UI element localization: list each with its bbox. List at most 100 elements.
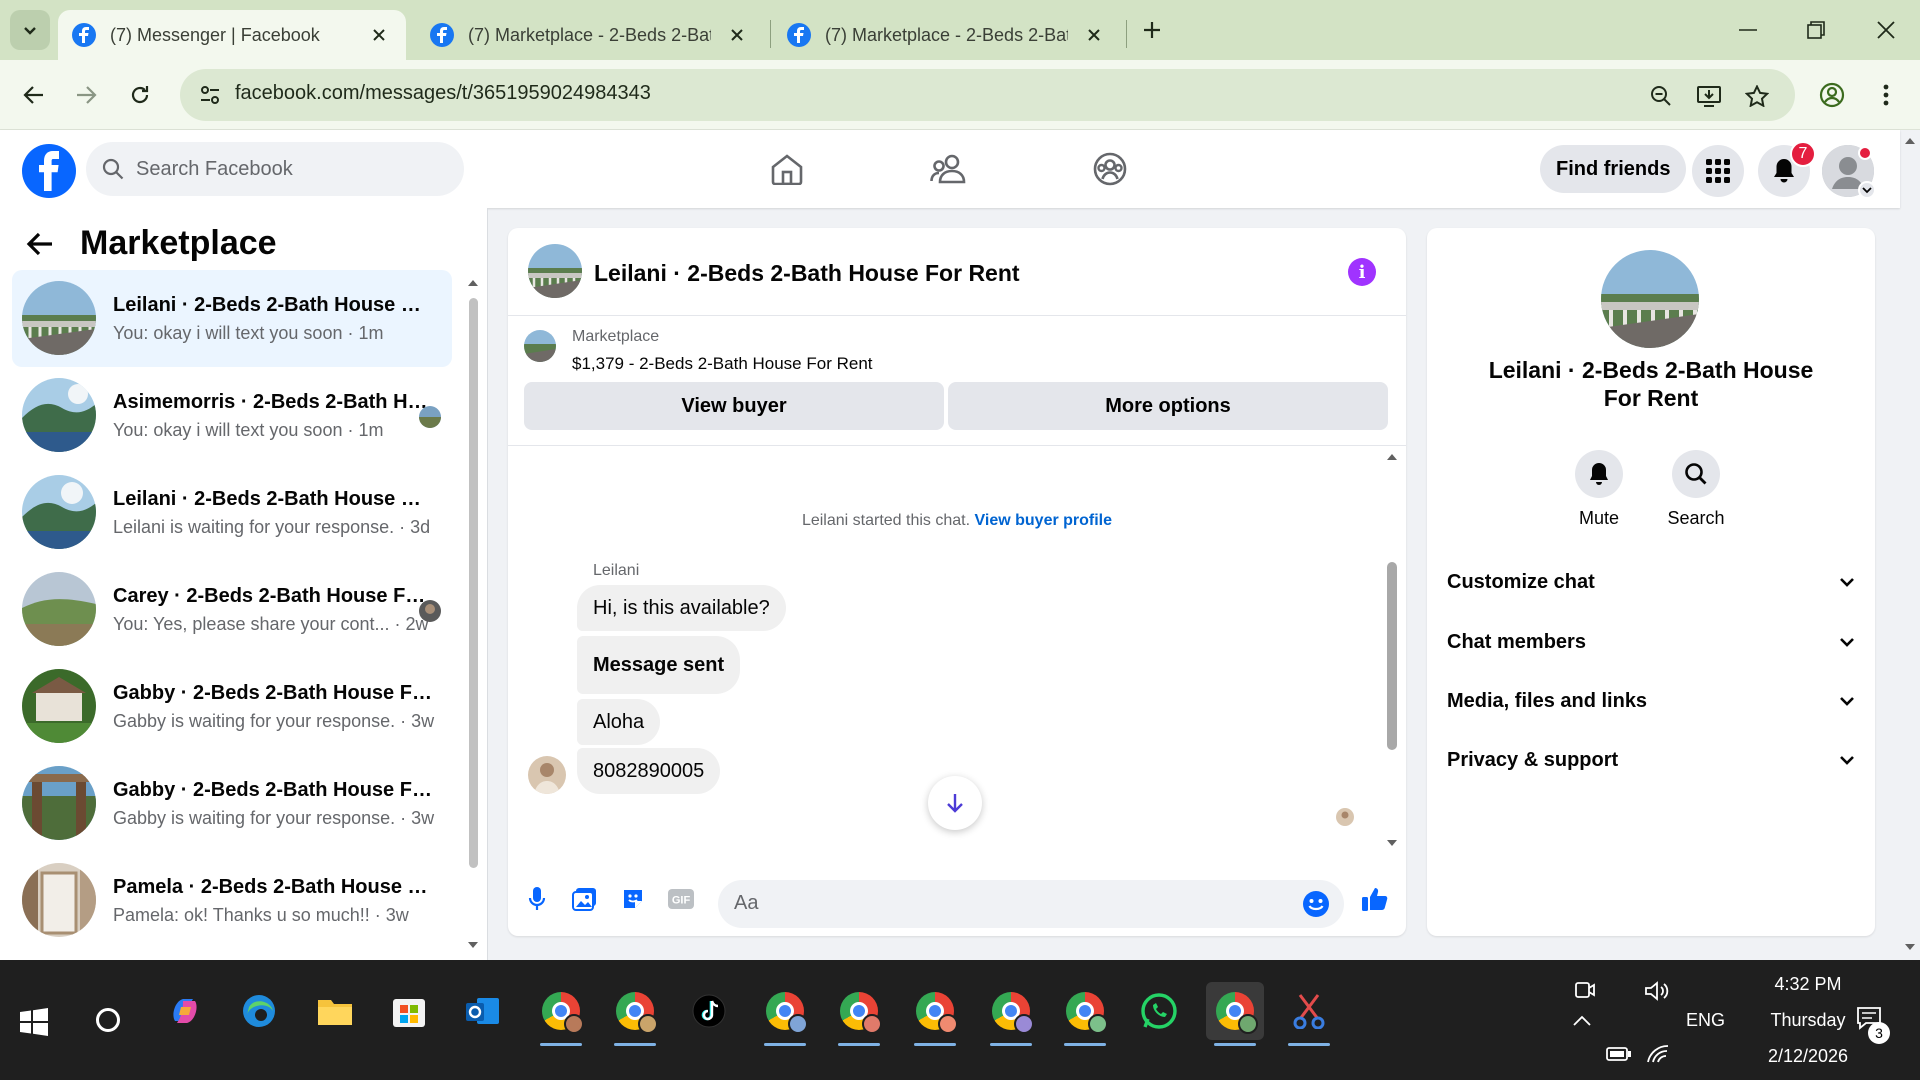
message-bubble[interactable]: Hi, is this available? — [577, 585, 786, 631]
whatsapp-icon[interactable] — [1130, 982, 1188, 1040]
chrome-profile-1-icon[interactable] — [532, 982, 590, 1046]
message-bubble[interactable]: Message sent — [577, 636, 741, 694]
view-buyer-profile-link[interactable]: View buyer profile — [975, 512, 1113, 529]
media-files-links-section[interactable]: Media, files and links — [1447, 681, 1855, 721]
minimize-button[interactable] — [1718, 8, 1778, 52]
install-app-icon[interactable] — [1694, 81, 1724, 111]
language-indicator[interactable]: ENG — [1686, 1010, 1725, 1031]
close-tab-icon[interactable] — [1082, 22, 1107, 48]
customize-chat-section[interactable]: Customize chat — [1447, 562, 1855, 602]
more-options-button[interactable]: More options — [948, 382, 1388, 430]
chevron-up-icon[interactable] — [1572, 1014, 1592, 1028]
nav-groups[interactable] — [1078, 144, 1142, 194]
gif-icon[interactable]: GIF — [664, 882, 698, 916]
emoji-icon[interactable] — [1302, 890, 1330, 918]
message-bubble[interactable]: Aloha — [577, 699, 661, 745]
tab-messenger[interactable]: (7) Messenger | Facebook — [58, 10, 406, 60]
list-scroll-up[interactable] — [467, 278, 479, 290]
search-circle-icon[interactable] — [96, 1008, 120, 1032]
find-friends-button[interactable]: Find friends — [1540, 145, 1687, 193]
thumbs-up-icon[interactable] — [1358, 882, 1392, 916]
message-input[interactable] — [734, 892, 1274, 915]
conversation-item[interactable]: Asimemorris · 2-Beds 2-Bath House For Re… — [12, 367, 452, 464]
forward-button[interactable] — [66, 75, 106, 115]
site-info-icon[interactable] — [194, 79, 226, 111]
clock-day[interactable]: Thursday — [1748, 1010, 1868, 1031]
zoom-icon[interactable] — [1646, 81, 1676, 111]
copilot-icon[interactable] — [156, 982, 214, 1040]
photo-icon[interactable] — [568, 882, 602, 916]
search-action[interactable]: Search — [1656, 450, 1736, 529]
facebook-search-box[interactable] — [86, 142, 464, 196]
chrome-profile-4-icon[interactable] — [830, 982, 888, 1046]
tiktok-icon[interactable] — [680, 982, 738, 1040]
microsoft-store-icon[interactable] — [380, 982, 438, 1040]
chat-scrollbar-thumb[interactable] — [1387, 562, 1397, 750]
conversation-item[interactable]: Leilani · 2-Beds 2-Bath House For Rent L… — [12, 464, 452, 561]
scroll-to-bottom-button[interactable] — [928, 776, 982, 830]
clock-time[interactable]: 4:32 PM — [1748, 974, 1868, 995]
close-tab-icon[interactable] — [725, 22, 750, 48]
outlook-icon[interactable] — [454, 982, 512, 1040]
listing-thumbnail[interactable] — [524, 330, 556, 362]
chrome-profile-7-icon[interactable] — [1056, 982, 1114, 1046]
clock-date[interactable]: 2/12/2026 — [1748, 1046, 1868, 1067]
chrome-profile-2-icon[interactable] — [606, 982, 664, 1046]
facebook-search-input[interactable] — [136, 157, 436, 181]
restore-button[interactable] — [1786, 8, 1846, 52]
tab-search-button[interactable] — [10, 10, 50, 50]
chrome-profile-5-icon[interactable] — [906, 982, 964, 1046]
info-icon[interactable]: i — [1348, 258, 1376, 286]
camera-tray-icon[interactable] — [1574, 980, 1596, 1000]
wifi-icon[interactable] — [1646, 1044, 1670, 1064]
chat-scroll-down[interactable] — [1386, 838, 1398, 850]
nav-friends[interactable] — [916, 144, 980, 194]
nav-home[interactable] — [755, 144, 819, 194]
edge-icon[interactable] — [230, 982, 288, 1040]
sender-avatar[interactable] — [528, 756, 566, 794]
chrome-profile-6-icon[interactable] — [982, 982, 1040, 1046]
page-scroll-up[interactable] — [1904, 136, 1916, 152]
listing-price[interactable]: $1,379 - 2-Beds 2-Bath House For Rent — [572, 354, 873, 374]
chat-members-section[interactable]: Chat members — [1447, 622, 1855, 662]
menu-grid-button[interactable] — [1692, 145, 1744, 197]
search-icon[interactable] — [1672, 450, 1720, 498]
conversation-item[interactable]: Pamela · 2-Beds 2-Bath House For Rent Pa… — [12, 852, 452, 949]
chrome-profile-3-icon[interactable] — [756, 982, 814, 1046]
account-avatar[interactable] — [1822, 145, 1876, 199]
notifications-button[interactable]: 7 — [1758, 141, 1816, 197]
sticker-icon[interactable] — [616, 882, 650, 916]
bookmark-star-icon[interactable] — [1742, 81, 1772, 111]
bell-icon[interactable] — [1575, 450, 1623, 498]
chat-scroll-up[interactable] — [1386, 452, 1398, 464]
new-tab-button[interactable] — [1136, 14, 1168, 46]
list-scrollbar-thumb[interactable] — [469, 298, 478, 868]
profile-button[interactable] — [1812, 75, 1852, 115]
message-input-box[interactable] — [718, 880, 1344, 928]
reload-button[interactable] — [120, 75, 160, 115]
view-buyer-button[interactable]: View buyer — [524, 382, 944, 430]
page-scroll-down[interactable] — [1904, 942, 1916, 958]
chat-avatar[interactable] — [528, 244, 582, 298]
browser-menu-button[interactable] — [1866, 75, 1906, 115]
chrome-active-icon[interactable] — [1206, 982, 1264, 1046]
facebook-logo[interactable] — [22, 144, 76, 198]
close-tab-icon[interactable] — [367, 22, 392, 48]
microphone-icon[interactable] — [520, 882, 554, 916]
conversation-item[interactable]: Carey · 2-Beds 2-Bath House For Rent You… — [12, 561, 452, 658]
battery-icon[interactable] — [1606, 1046, 1632, 1062]
conversation-item[interactable]: Gabby · 2-Beds 2-Bath House For Rent Gab… — [12, 755, 452, 852]
file-explorer-icon[interactable] — [306, 982, 364, 1040]
close-window-button[interactable] — [1856, 8, 1916, 52]
list-scroll-down[interactable] — [467, 940, 479, 952]
back-arrow-icon[interactable] — [26, 232, 54, 256]
windows-start-icon[interactable] — [20, 1008, 48, 1036]
info-avatar[interactable] — [1601, 250, 1699, 348]
chat-title[interactable]: Leilani · 2-Beds 2-Bath House For Rent — [594, 260, 1020, 287]
tab-marketplace-2[interactable]: (7) Marketplace - 2-Beds 2-Bath — [773, 10, 1121, 60]
volume-icon[interactable] — [1644, 980, 1670, 1002]
privacy-support-section[interactable]: Privacy & support — [1447, 740, 1855, 780]
message-bubble[interactable]: 8082890005 — [577, 748, 721, 794]
mute-action[interactable]: Mute — [1559, 450, 1639, 529]
tab-marketplace-1[interactable]: (7) Marketplace - 2-Beds 2-Bath — [416, 10, 764, 60]
